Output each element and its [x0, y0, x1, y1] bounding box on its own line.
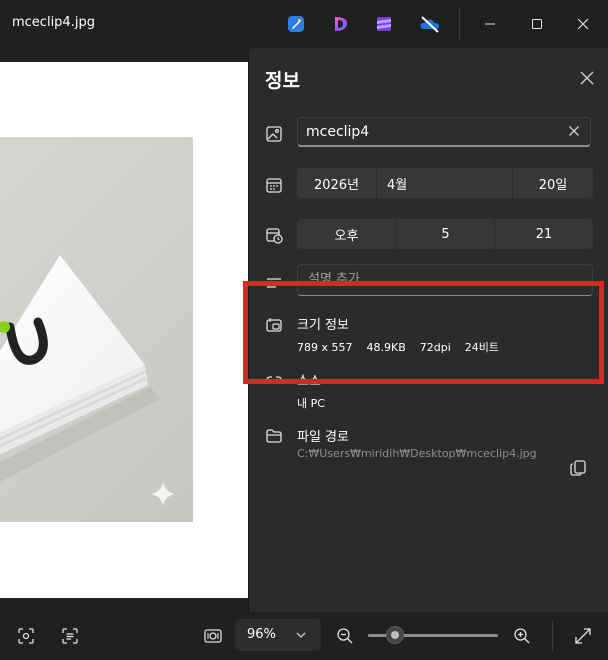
designer-icon[interactable] — [331, 14, 351, 34]
date-day[interactable]: 20일 — [513, 168, 593, 198]
date-picker[interactable]: 2026년 4월 20일 — [297, 168, 593, 198]
time-period[interactable]: 오후 — [297, 219, 397, 249]
clipchamp-icon[interactable] — [374, 14, 394, 34]
bottom-toolbar: 96% — [0, 612, 608, 660]
zoom-slider-thumb[interactable] — [386, 626, 405, 644]
zoom-dropdown[interactable]: 96% — [235, 619, 321, 651]
window-title: mceclip4.jpg — [12, 15, 95, 30]
date-year[interactable]: 2026년 — [297, 168, 377, 198]
onedrive-off-icon[interactable] — [419, 14, 439, 34]
text-scan-icon[interactable] — [60, 626, 80, 646]
time-hour[interactable]: 5 — [397, 219, 495, 249]
copy-icon[interactable] — [568, 458, 588, 478]
image-icon — [265, 125, 283, 143]
actual-size-icon[interactable] — [203, 626, 223, 646]
file-path-value: C:₩Users₩miridih₩Desktop₩mceclip4.jpg — [297, 447, 537, 460]
time-picker[interactable]: 오후 5 21 — [297, 219, 593, 249]
maximize-icon[interactable] — [523, 10, 551, 38]
date-month[interactable]: 4월 — [377, 168, 513, 198]
file-name-input[interactable] — [306, 122, 556, 142]
highlight-box — [243, 281, 604, 384]
source-value: 내 PC — [297, 397, 325, 410]
calendar-icon — [265, 176, 283, 194]
clear-icon[interactable] — [568, 125, 580, 137]
minimize-icon[interactable] — [476, 10, 504, 38]
zoom-out-icon[interactable] — [335, 626, 355, 646]
clipchamp-draw-icon[interactable] — [286, 14, 306, 34]
close-icon[interactable] — [569, 10, 597, 38]
zoom-value: 96% — [247, 627, 276, 642]
image-canvas[interactable] — [0, 62, 248, 598]
zoom-slider[interactable] — [368, 626, 498, 644]
photo — [0, 137, 193, 522]
panel-title: 정보 — [265, 70, 300, 92]
visual-search-icon[interactable] — [16, 626, 36, 646]
folder-icon — [265, 427, 283, 445]
file-name-field[interactable] — [297, 117, 591, 147]
calendar-clock-icon — [265, 226, 283, 244]
titlebar-separator — [459, 8, 460, 40]
bottombar-separator — [552, 620, 553, 652]
time-minute[interactable]: 21 — [495, 219, 593, 249]
panel-close-icon[interactable] — [579, 70, 595, 86]
title-bar: mceclip4.jpg — [0, 0, 608, 48]
zoom-in-icon[interactable] — [512, 626, 532, 646]
fullscreen-icon[interactable] — [573, 626, 593, 646]
chevron-down-icon — [295, 629, 307, 641]
file-path-label: 파일 경로 — [297, 430, 349, 445]
